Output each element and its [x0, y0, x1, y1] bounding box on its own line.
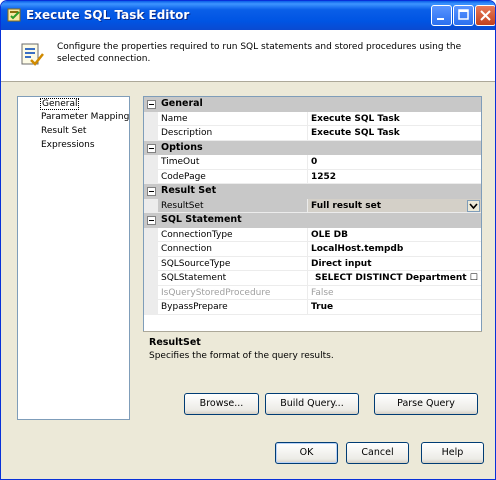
- property-row-connection[interactable]: Connection LocalHost.tempdb: [144, 242, 481, 257]
- browse-button[interactable]: Browse...: [184, 393, 259, 415]
- property-value[interactable]: LocalHost.tempdb: [308, 242, 481, 257]
- property-name: SQLSourceType: [158, 256, 308, 271]
- category-label: SQL Statement: [161, 214, 242, 225]
- close-icon: [480, 10, 491, 21]
- row-gutter: [144, 242, 158, 257]
- property-row-sqlsourcetype[interactable]: SQLSourceType Direct input: [144, 256, 481, 271]
- property-row-isquerystoredprocedure[interactable]: IsQueryStoredProcedure False: [144, 285, 481, 300]
- property-value[interactable]: SELECT DISTINCT Department ☐ F: [308, 271, 481, 286]
- category-label: Options: [161, 141, 203, 153]
- property-value[interactable]: True: [308, 300, 481, 315]
- property-name: SQLStatement: [158, 271, 308, 286]
- property-name: CodePage: [158, 169, 308, 184]
- window-title: Execute SQL Task Editor: [26, 8, 190, 22]
- row-gutter: [144, 271, 158, 286]
- property-name: Description: [158, 126, 308, 141]
- property-name: BypassPrepare: [158, 300, 308, 315]
- app-icon: [7, 8, 21, 22]
- category-label: General: [161, 98, 203, 109]
- maximize-button[interactable]: [453, 5, 474, 26]
- property-row-bypassprepare[interactable]: BypassPrepare True: [144, 300, 481, 315]
- nav-item-parameter-mapping[interactable]: Parameter Mapping: [40, 112, 130, 122]
- dialog-window: Execute SQL Task Editor Configure the pr…: [0, 0, 496, 480]
- row-gutter: [144, 111, 158, 126]
- property-value: False: [308, 286, 481, 300]
- row-gutter: [144, 184, 158, 199]
- property-row-timeout[interactable]: TimeOut 0: [144, 155, 481, 170]
- row-gutter: [144, 227, 158, 242]
- property-name: IsQueryStoredProcedure: [158, 285, 308, 300]
- resultset-dropdown[interactable]: Full result set: [308, 198, 481, 213]
- property-name: ResultSet: [158, 198, 308, 213]
- minimize-icon: [437, 18, 444, 20]
- build-query-button[interactable]: Build Query...: [265, 393, 359, 415]
- row-gutter: [144, 126, 158, 141]
- property-value[interactable]: Direct input: [308, 257, 481, 271]
- row-gutter: [144, 155, 158, 170]
- property-value[interactable]: Execute SQL Task: [308, 112, 481, 126]
- property-name: Connection: [158, 242, 308, 257]
- row-gutter: [144, 140, 158, 155]
- property-value[interactable]: 1252: [308, 170, 481, 184]
- resultset-value: Full result set: [311, 200, 382, 211]
- collapse-icon[interactable]: [147, 216, 156, 225]
- row-gutter: [144, 300, 158, 315]
- nav-item-general[interactable]: General: [40, 98, 80, 110]
- parse-query-button[interactable]: Parse Query: [374, 393, 478, 415]
- minimize-button[interactable]: [431, 5, 452, 26]
- property-name: ConnectionType: [158, 227, 308, 242]
- property-row-description[interactable]: Description Execute SQL Task: [144, 126, 481, 141]
- row-gutter: [144, 169, 158, 184]
- header-banner: Configure the properties required to run…: [1, 30, 495, 82]
- collapse-icon[interactable]: [147, 187, 156, 196]
- nav-item-result-set[interactable]: Result Set: [40, 126, 87, 136]
- category-general[interactable]: General: [144, 97, 481, 112]
- row-gutter: [144, 97, 158, 112]
- row-gutter: [144, 285, 158, 300]
- property-name: TimeOut: [158, 155, 308, 170]
- collapse-icon[interactable]: [147, 100, 156, 109]
- description-text: Specifies the format of the query result…: [149, 351, 334, 361]
- category-options[interactable]: Options: [144, 140, 481, 155]
- title-bar[interactable]: Execute SQL Task Editor: [1, 1, 495, 30]
- description-title: ResultSet: [149, 337, 201, 348]
- task-icon: [21, 43, 44, 66]
- category-result-set[interactable]: Result Set: [144, 184, 481, 199]
- category-sql-statement[interactable]: SQL Statement: [144, 213, 481, 228]
- property-value[interactable]: Execute SQL Task: [308, 126, 481, 141]
- collapse-icon[interactable]: [147, 143, 156, 153]
- nav-item-expressions[interactable]: Expressions: [40, 140, 96, 150]
- row-gutter: [144, 198, 158, 213]
- maximize-icon: [458, 9, 469, 20]
- help-button[interactable]: Help: [421, 442, 484, 464]
- dropdown-button[interactable]: [467, 199, 480, 212]
- cancel-button[interactable]: Cancel: [346, 442, 409, 464]
- property-row-sqlstatement[interactable]: SQLStatement SELECT DISTINCT Department …: [144, 271, 481, 286]
- property-description-panel: ResultSet Specifies the format of the qu…: [143, 331, 482, 383]
- close-button[interactable]: [475, 5, 495, 26]
- property-row-name[interactable]: Name Execute SQL Task: [144, 111, 481, 126]
- page-list[interactable]: General Parameter Mapping Result Set Exp…: [17, 96, 130, 420]
- property-row-resultset[interactable]: ResultSet Full result set: [144, 198, 481, 213]
- property-row-connectiontype[interactable]: ConnectionType OLE DB: [144, 227, 481, 242]
- ok-button[interactable]: OK: [275, 442, 338, 464]
- chevron-down-icon: [469, 202, 478, 209]
- property-name: Name: [158, 111, 308, 126]
- property-row-codepage[interactable]: CodePage 1252: [144, 169, 481, 184]
- property-value[interactable]: OLE DB: [308, 228, 481, 242]
- property-value[interactable]: 0: [308, 155, 481, 170]
- row-gutter: [144, 213, 158, 228]
- category-label: Result Set: [161, 185, 217, 196]
- row-gutter: [144, 256, 158, 271]
- header-description: Configure the properties required to run…: [57, 42, 462, 64]
